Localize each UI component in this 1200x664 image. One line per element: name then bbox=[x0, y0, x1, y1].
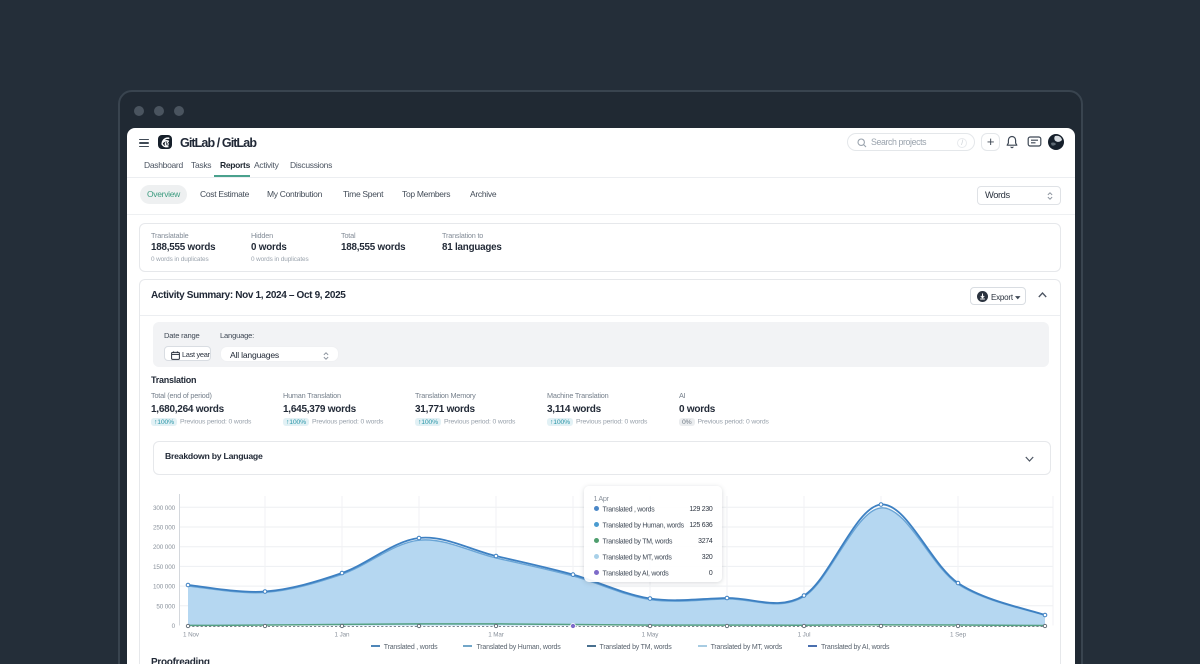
svg-text:1 Jul: 1 Jul bbox=[798, 632, 811, 639]
svg-text:1 Nov: 1 Nov bbox=[183, 632, 200, 639]
svg-text:1 Mar: 1 Mar bbox=[488, 632, 504, 639]
svg-text:0: 0 bbox=[172, 623, 176, 630]
svg-text:1 Jan: 1 Jan bbox=[335, 632, 351, 639]
svg-text:50 000: 50 000 bbox=[156, 603, 175, 610]
svg-text:100 000: 100 000 bbox=[153, 584, 176, 591]
svg-text:300 000: 300 000 bbox=[153, 505, 176, 512]
svg-text:1 May: 1 May bbox=[642, 632, 660, 639]
svg-text:250 000: 250 000 bbox=[153, 525, 176, 532]
svg-text:150 000: 150 000 bbox=[153, 564, 176, 571]
svg-text:1 Sep: 1 Sep bbox=[950, 632, 967, 639]
svg-text:200 000: 200 000 bbox=[153, 544, 176, 551]
